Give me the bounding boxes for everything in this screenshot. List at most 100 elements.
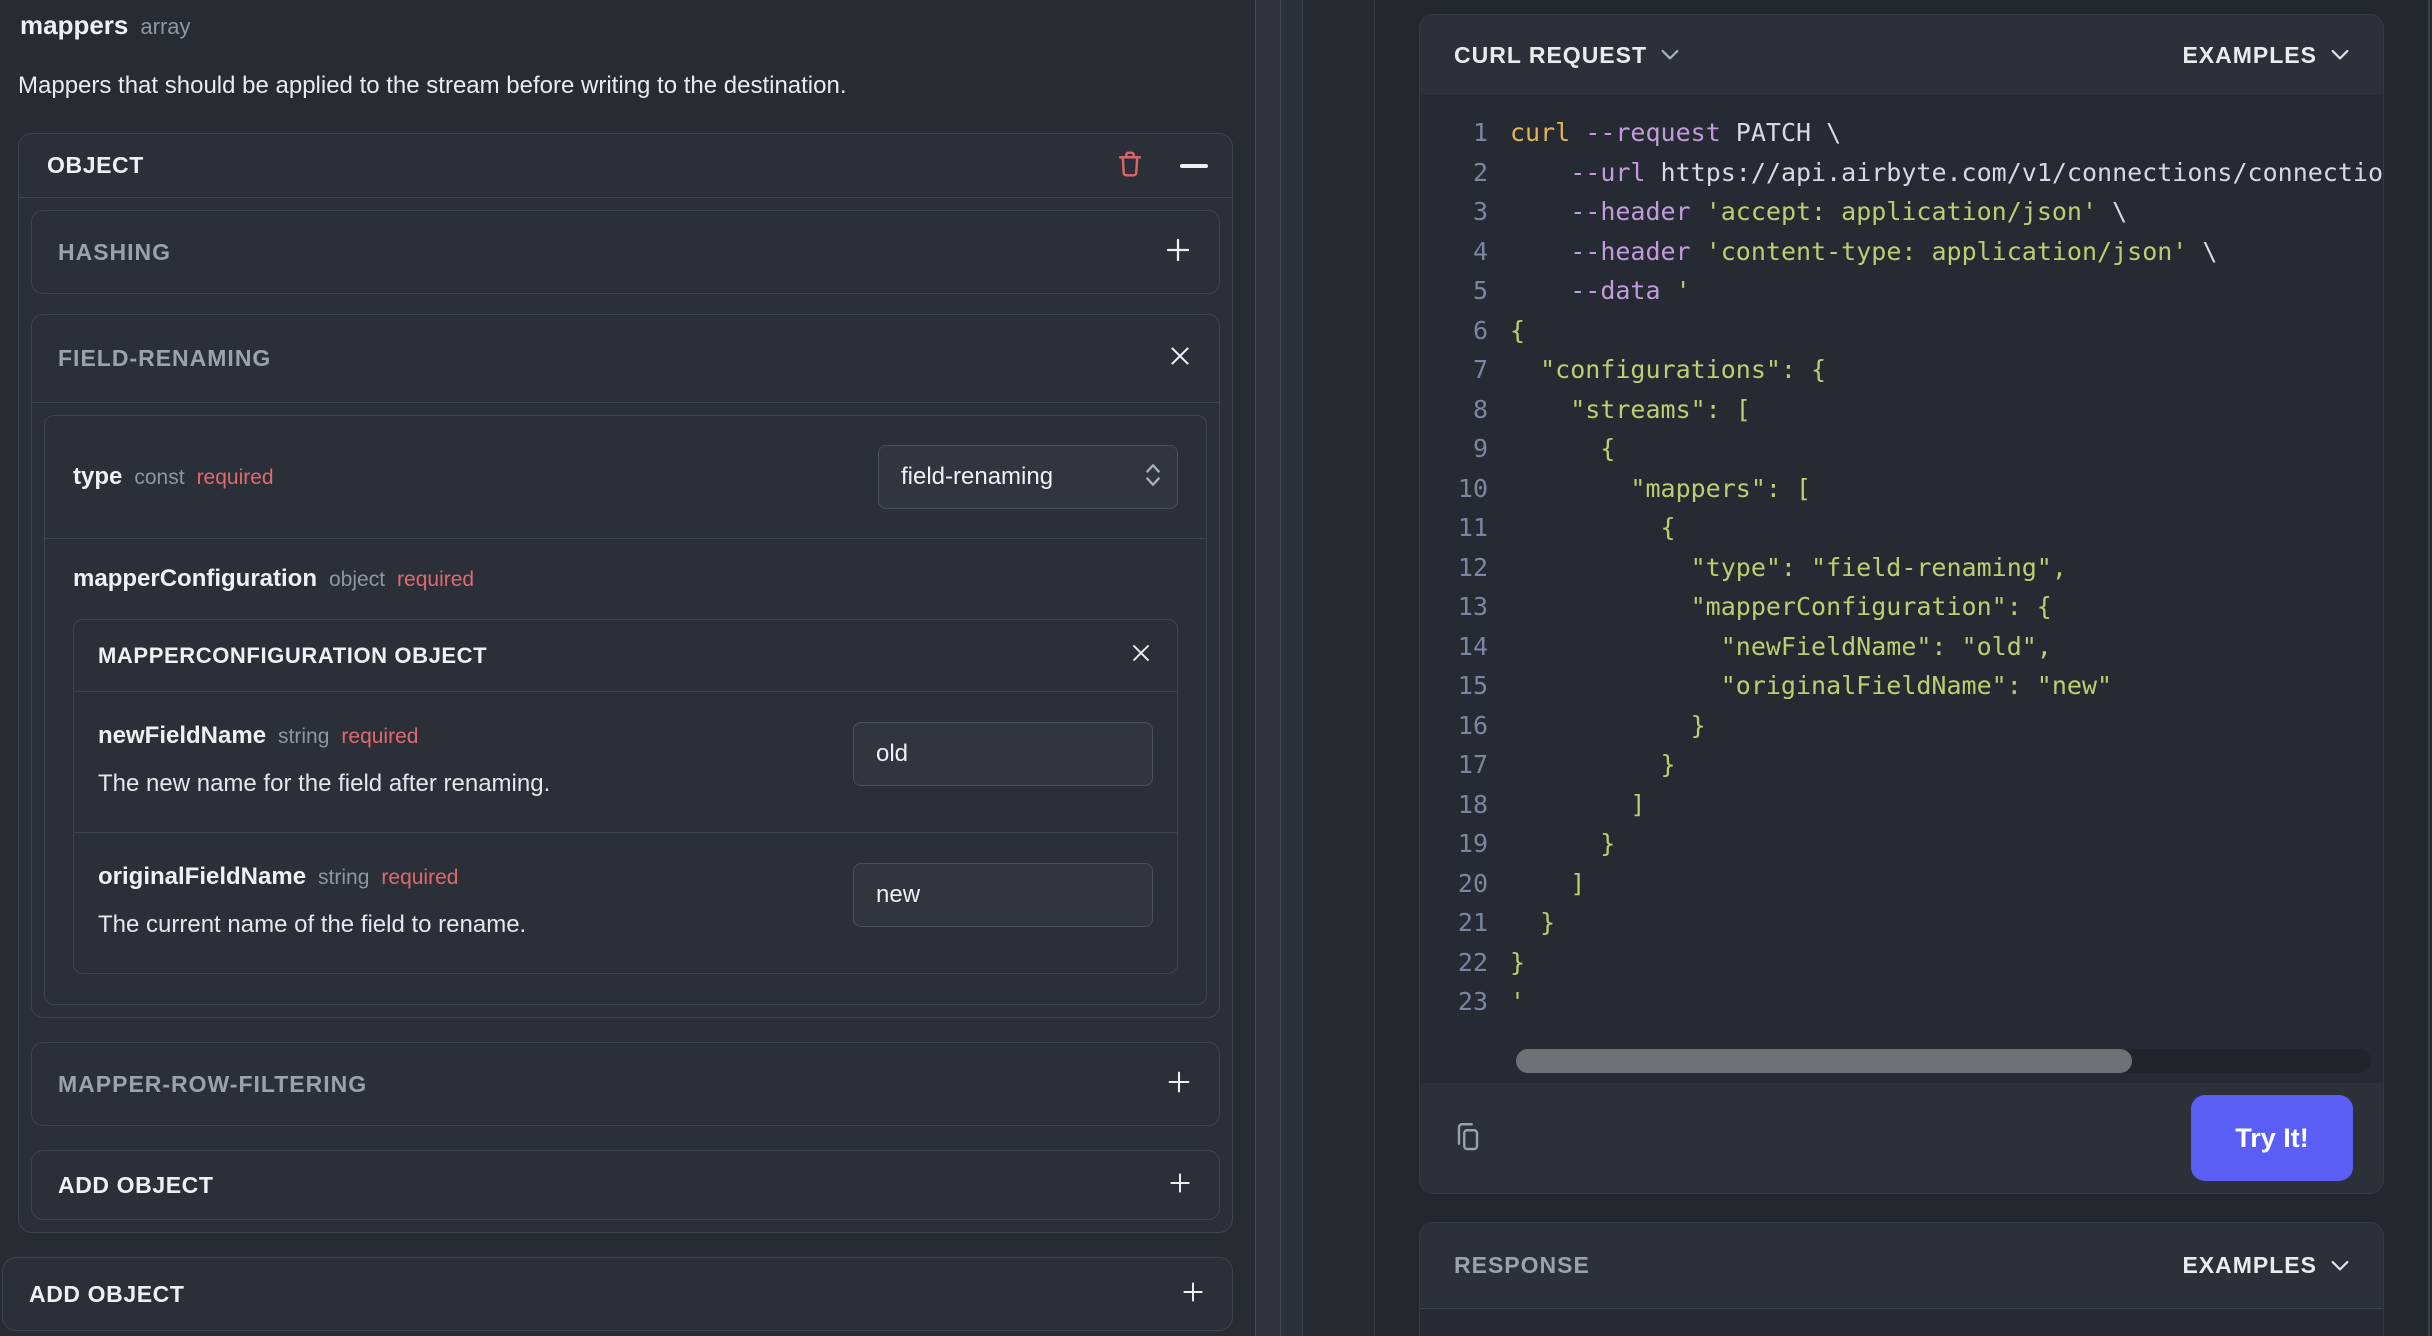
page-scrollbar[interactable] <box>1256 0 1280 1336</box>
property-kind: string <box>278 725 330 748</box>
code-line: 1 curl --request PATCH \ <box>1420 113 2383 153</box>
code-text: --data ' <box>1570 276 1691 305</box>
line-number: 17 <box>1457 750 1488 779</box>
delete-object-button[interactable] <box>1114 147 1146 184</box>
required-badge: required <box>341 725 419 748</box>
close-icon[interactable] <box>1167 343 1193 374</box>
chevron-down-icon <box>2331 1260 2349 1272</box>
line-number: 21 <box>1457 908 1488 937</box>
code-line: 18 ] <box>1420 785 2383 825</box>
line-number: 3 <box>1472 197 1488 226</box>
object-card: OBJECT HASHING FIELD-RENAMING type const… <box>18 133 1233 1233</box>
code-text: curl --request PATCH \ <box>1510 118 1842 147</box>
plus-icon <box>1167 1170 1193 1201</box>
code-line: 9 { <box>1420 429 2383 469</box>
type-select-value: field-renaming <box>901 463 1054 490</box>
line-number: 9 <box>1472 434 1488 463</box>
curl-request-dropdown[interactable]: CURL REQUEST <box>1454 42 1679 69</box>
copy-icon <box>1450 1118 1486 1159</box>
code-line: 20 ] <box>1420 864 2383 904</box>
code-text: { <box>1510 315 1526 345</box>
object-card-body: HASHING FIELD-RENAMING type const requir… <box>19 198 1232 1232</box>
code-line: 2 --url https://api.airbyte.com/v1/conne… <box>1420 153 2383 193</box>
new-field-name-label: newFieldName string required <box>98 722 823 750</box>
response-header: RESPONSE EXAMPLES <box>1420 1223 2383 1309</box>
line-number: 10 <box>1457 473 1488 503</box>
code-text: "type": "field-renaming", <box>1510 552 2067 582</box>
add-object-button-inner[interactable]: ADD OBJECT <box>31 1150 1220 1220</box>
code-line: 4 --header 'content-type: application/js… <box>1420 232 2383 272</box>
code-text: --header 'accept: application/json' \ <box>1570 197 2128 226</box>
plus-icon[interactable] <box>1163 235 1193 270</box>
original-field-name-row: originalFieldName string required The cu… <box>74 832 1177 973</box>
code-text: { <box>1510 434 1616 463</box>
line-number: 14 <box>1457 631 1488 661</box>
code-text: "originalFieldName": "new" <box>1510 671 2113 700</box>
line-number: 1 <box>1472 118 1488 147</box>
field-renaming-title: FIELD-RENAMING <box>58 345 272 371</box>
line-number: 2 <box>1472 157 1488 187</box>
field-renaming-body: type const required field-renaming mappe… <box>32 403 1219 1017</box>
code-line: 11 { <box>1420 508 2383 548</box>
hashing-title: HASHING <box>58 238 172 265</box>
mapper-configuration-card-title: MAPPERCONFIGURATION OBJECT <box>98 642 488 668</box>
scrollbar-track <box>1281 0 1302 1336</box>
plus-icon <box>1180 1279 1206 1310</box>
add-object-label: ADD OBJECT <box>29 1280 185 1307</box>
line-number: 6 <box>1472 315 1488 345</box>
collapse-object-button[interactable] <box>1180 163 1208 168</box>
examples-dropdown[interactable]: EXAMPLES <box>2182 42 2349 69</box>
add-object-label: ADD OBJECT <box>58 1171 214 1198</box>
mapper-row-filtering-section[interactable]: MAPPER-ROW-FILTERING <box>31 1042 1220 1126</box>
code-text: } <box>1510 947 1526 977</box>
field-name: mappers <box>20 10 129 40</box>
add-object-button-outer[interactable]: ADD OBJECT <box>2 1257 1233 1331</box>
field-renaming-header[interactable]: FIELD-RENAMING <box>32 315 1219 403</box>
code-line: 6{ <box>1420 311 2383 351</box>
gutter-spacer <box>1303 0 1374 1336</box>
line-number: 20 <box>1457 868 1488 898</box>
curl-request-footer: Try It! <box>1420 1083 2383 1193</box>
property-kind: const <box>134 466 185 489</box>
response-body <box>1420 1309 2383 1336</box>
examples-label: EXAMPLES <box>2182 1252 2317 1278</box>
property-kind: object <box>329 568 386 591</box>
code-text: --header 'content-type: application/json… <box>1570 236 2218 266</box>
property-description: The current name of the field to rename. <box>98 911 527 938</box>
window-scrollbar[interactable] <box>2428 0 2430 1336</box>
page: mappers array Mappers that should be app… <box>0 0 2432 1336</box>
minus-icon <box>1180 163 1208 168</box>
horizontal-scrollbar-thumb[interactable] <box>1516 1049 2132 1073</box>
line-number: 19 <box>1457 829 1488 858</box>
code-text: "configurations": { <box>1510 355 1827 384</box>
code-line: 22} <box>1420 943 2383 983</box>
code-text: "newFieldName": "old", <box>1510 631 2052 661</box>
line-number: 18 <box>1457 789 1488 819</box>
line-number: 4 <box>1472 236 1488 266</box>
line-number: 16 <box>1457 710 1488 740</box>
code-editor[interactable]: 1 curl --request PATCH \ 2 --url https://a… <box>1420 95 2383 1083</box>
new-field-name-input[interactable] <box>853 722 1153 786</box>
hashing-section[interactable]: HASHING <box>31 210 1220 294</box>
response-title: RESPONSE <box>1454 1252 1590 1278</box>
type-property-label: type const required <box>73 463 274 491</box>
original-field-name-input[interactable] <box>853 863 1153 927</box>
copy-code-button[interactable] <box>1450 1118 1486 1159</box>
property-name: mapperConfiguration <box>73 565 317 592</box>
code-lines: 1 curl --request PATCH \ 2 --url https://a… <box>1420 113 2383 1022</box>
code-text: ] <box>1510 789 1646 819</box>
try-it-button[interactable]: Try It! <box>2191 1095 2353 1181</box>
close-icon[interactable] <box>1129 641 1153 670</box>
select-chevrons-icon <box>1145 462 1161 493</box>
examples-label: EXAMPLES <box>2182 41 2317 68</box>
code-line: 12 "type": "field-renaming", <box>1420 548 2383 588</box>
code-text: "mapperConfiguration": { <box>1510 592 2052 621</box>
mappers-field-title: mappers array <box>20 10 191 41</box>
type-select[interactable]: field-renaming <box>878 445 1178 509</box>
plus-icon[interactable] <box>1165 1068 1193 1101</box>
code-text: { <box>1510 513 1676 542</box>
response-panel: RESPONSE EXAMPLES <box>1419 1222 2384 1336</box>
examples-dropdown[interactable]: EXAMPLES <box>2182 1252 2349 1279</box>
required-badge: required <box>397 568 475 591</box>
code-line: 19 } <box>1420 824 2383 864</box>
